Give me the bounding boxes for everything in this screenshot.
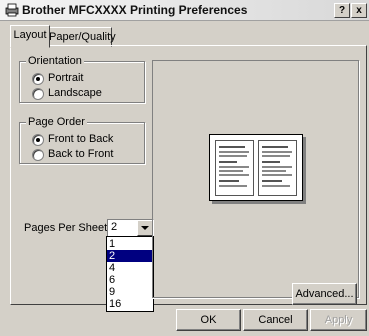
page-order-group: Page Order Front to Back Back to Front <box>19 116 145 164</box>
pages-per-sheet-value: 2 <box>111 221 118 233</box>
preview-sheet <box>209 134 303 201</box>
dropdown-option[interactable]: 1 <box>107 238 153 250</box>
orientation-group: Orientation Portrait Landscape <box>19 55 145 103</box>
title-bar: Brother MFCXXXX Printing Preferences ? x <box>0 0 369 21</box>
dropdown-option[interactable]: 6 <box>107 274 153 286</box>
layout-preview <box>152 60 359 298</box>
dropdown-option[interactable]: 9 <box>107 286 153 298</box>
ok-button[interactable]: OK <box>176 309 241 331</box>
tab-paper-quality[interactable]: Paper/Quality <box>48 27 116 47</box>
preview-page <box>258 140 297 196</box>
advanced-button[interactable]: Advanced... <box>292 283 357 305</box>
dropdown-option[interactable]: 2 <box>107 250 153 262</box>
dropdown-option[interactable]: 4 <box>107 262 153 274</box>
printer-icon <box>5 3 19 17</box>
window-title: Brother MFCXXXX Printing Preferences <box>22 3 248 17</box>
preview-page <box>215 140 254 196</box>
layout-panel: Orientation Portrait Landscape Page Orde… <box>10 45 367 312</box>
close-button[interactable]: x <box>351 3 367 18</box>
orientation-legend: Orientation <box>26 55 84 67</box>
pages-per-sheet-dropdown: 1 2 4 6 9 16 <box>106 236 154 312</box>
dropdown-option[interactable]: 16 <box>107 298 153 310</box>
radio-indicator <box>32 134 44 146</box>
radio-indicator <box>32 149 44 161</box>
apply-button[interactable]: Apply <box>310 309 367 331</box>
pages-per-sheet-label: Pages Per Sheet: <box>24 222 111 234</box>
pages-per-sheet-select[interactable]: 2 <box>107 219 154 237</box>
help-button[interactable]: ? <box>334 3 350 18</box>
page-order-legend: Page Order <box>26 116 87 128</box>
tab-layout[interactable]: Layout <box>10 25 50 48</box>
radio-label: Front to Back <box>48 133 114 145</box>
chevron-down-icon[interactable] <box>137 220 153 236</box>
radio-label: Back to Front <box>48 148 114 160</box>
printing-preferences-dialog: Brother MFCXXXX Printing Preferences ? x… <box>0 0 369 336</box>
radio-indicator <box>32 88 44 100</box>
cancel-button[interactable]: Cancel <box>243 309 308 331</box>
radio-label: Landscape <box>48 87 102 99</box>
radio-indicator <box>32 73 44 85</box>
radio-label: Portrait <box>48 72 84 84</box>
